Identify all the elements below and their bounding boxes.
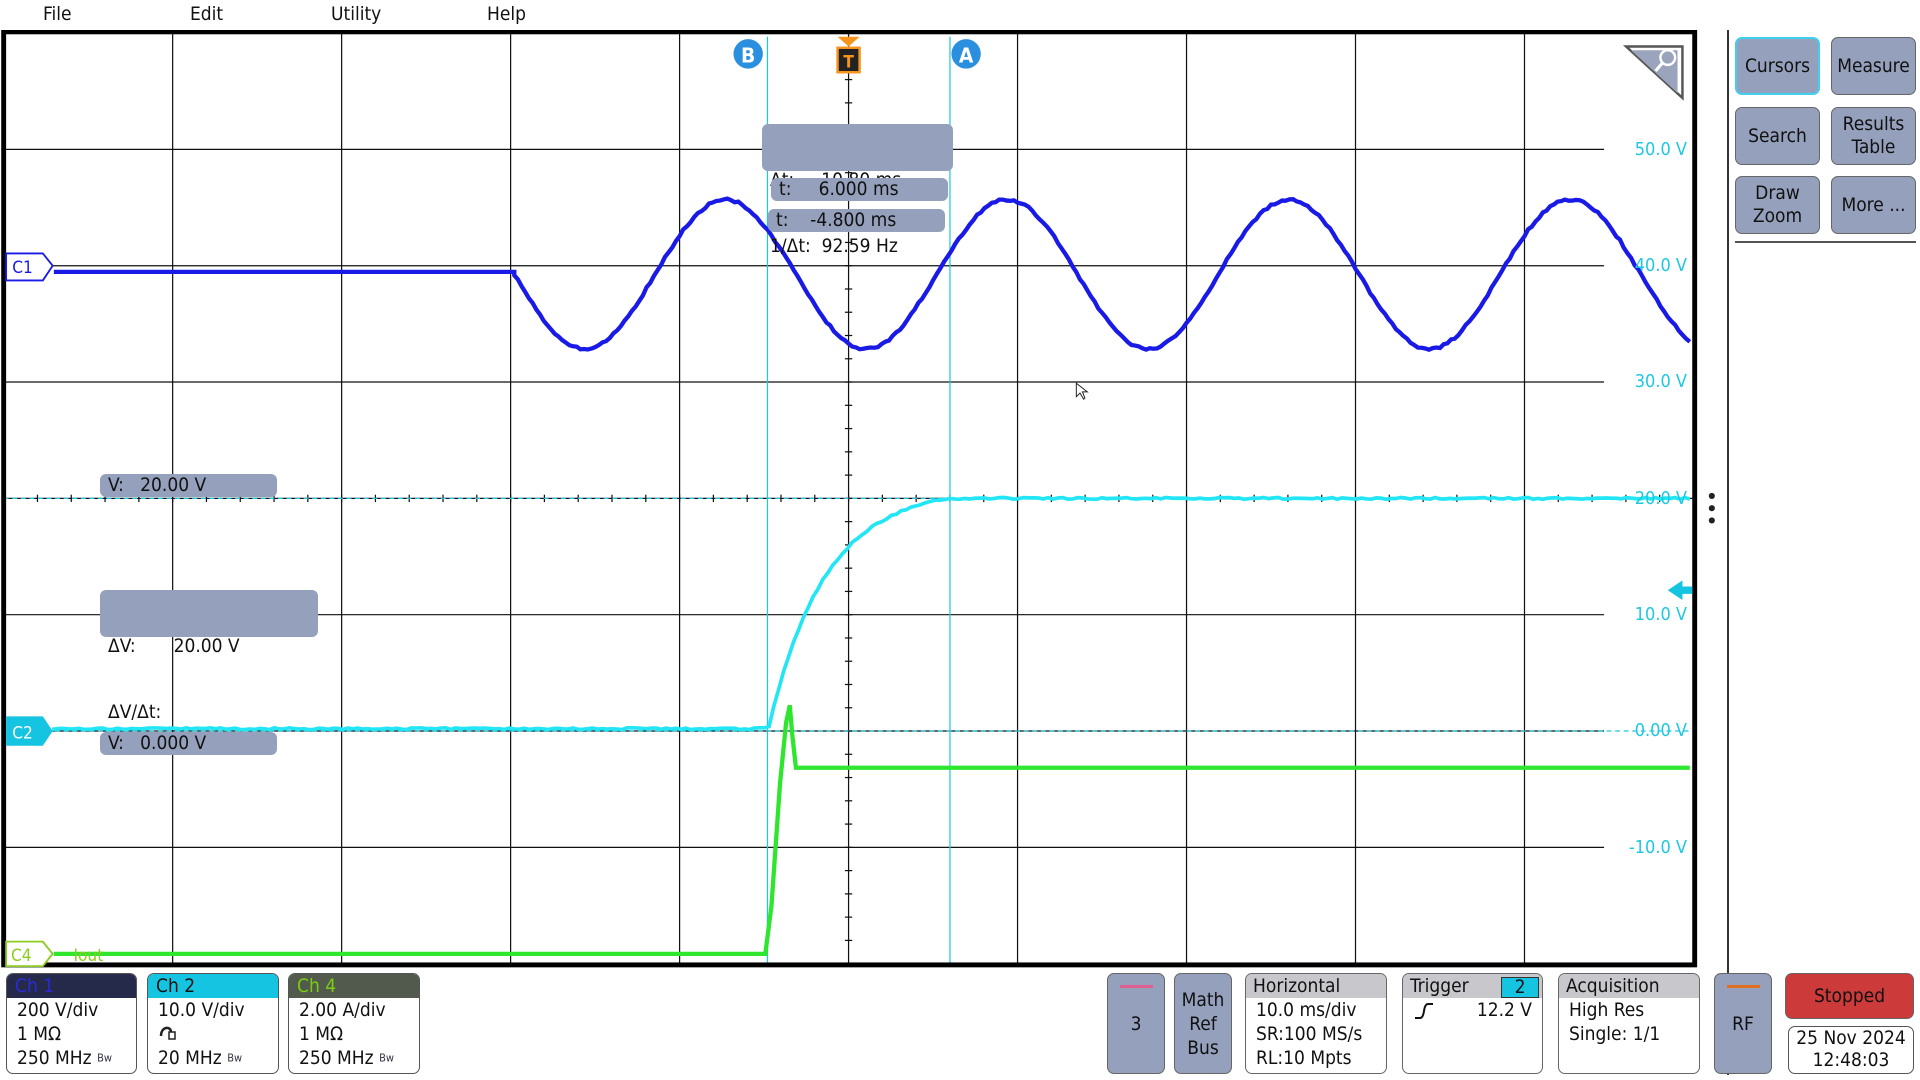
ch4-scale: 2.00 A/div <box>289 998 419 1022</box>
svg-text:B: B <box>741 43 755 67</box>
rf-color-bar <box>1727 985 1760 988</box>
voltage-label: -10.0 V <box>1629 837 1687 858</box>
date: 25 Nov 2024 <box>1789 1027 1913 1049</box>
add-channel-3-label: 3 <box>1131 1012 1142 1036</box>
math-ref-bus-button[interactable]: Math Ref Bus <box>1174 973 1232 1074</box>
results-table-button[interactable]: Results Table <box>1831 107 1916 165</box>
voltage-label: 0.00 V <box>1635 720 1687 741</box>
rising-edge-icon <box>1413 1002 1435 1020</box>
trigger-badge[interactable]: Trigger 2 12.2 V <box>1402 973 1543 1074</box>
more-button[interactable]: More ... <box>1831 176 1916 234</box>
delta-t-readout[interactable]: Δt: 10.80 ms 1/Δt: 92.59 Hz <box>762 124 953 171</box>
search-button[interactable]: Search <box>1735 107 1820 165</box>
svg-text:Iout: Iout <box>73 946 103 966</box>
cursors-button[interactable]: Cursors <box>1735 37 1820 95</box>
bandwidth-limit-icon: Bw <box>227 1052 242 1065</box>
mouse-pointer-icon <box>1076 383 1087 399</box>
run-stop-button[interactable]: Stopped <box>1785 973 1914 1019</box>
ch4-badge-title: Ch 4 <box>289 974 419 998</box>
panel-divider <box>1735 241 1916 243</box>
rf-button[interactable]: RF <box>1714 973 1772 1074</box>
bandwidth-limit-icon: Bw <box>97 1052 112 1065</box>
trigger-title: Trigger <box>1410 975 1469 997</box>
rf-label: RF <box>1732 1012 1754 1036</box>
delta-v-value: ΔV: 20.00 V <box>108 635 310 657</box>
menu-file[interactable]: File <box>43 3 71 25</box>
voltage-label: 50.0 V <box>1635 139 1687 160</box>
cursor-a-time-readout[interactable]: t: 6.000 ms <box>771 178 948 201</box>
delta-v-readout[interactable]: ΔV: 20.00 V ΔV/Δt: <box>100 590 318 637</box>
waveform-display[interactable]: T B A C1 C2 C4 Iout <box>0 0 1920 1080</box>
acquisition-mode: High Res <box>1559 998 1699 1022</box>
results-bar: Cursors Measure Search Results Table Dra… <box>1727 30 1920 1075</box>
menu-bar: File Edit Utility Help <box>0 0 1920 30</box>
trigger-level: 12.2 V <box>1477 998 1532 1022</box>
more-options-icon[interactable] <box>1709 493 1715 524</box>
record-length: RL:10 Mpts <box>1246 1046 1386 1070</box>
trigger-position-marker[interactable]: T <box>838 37 860 73</box>
ch1-offset-marker[interactable]: C1 <box>6 253 53 280</box>
cursor-a-voltage-readout[interactable]: V: 20.00 V <box>100 474 277 497</box>
ch1-bandwidth: 250 MHz <box>17 1047 92 1069</box>
acquisition-badge[interactable]: Acquisition High Res Single: 1/1 <box>1558 973 1700 1074</box>
acquisition-title: Acquisition <box>1559 974 1699 998</box>
time: 12:48:03 <box>1789 1049 1913 1071</box>
trigger-level-arrow[interactable] <box>1668 580 1692 600</box>
menu-utility[interactable]: Utility <box>331 3 381 25</box>
svg-text:T: T <box>843 52 854 72</box>
date-time-display: 25 Nov 2024 12:48:03 <box>1788 1026 1914 1074</box>
bandwidth-limit-icon: Bw <box>379 1052 394 1065</box>
voltage-label: 20.0 V <box>1635 488 1687 509</box>
draw-zoom-button[interactable]: Draw Zoom <box>1735 176 1820 234</box>
current-probe-icon <box>158 1022 178 1042</box>
menu-help[interactable]: Help <box>487 3 526 25</box>
ch1-scale: 200 V/div <box>7 998 136 1022</box>
acquisition-state: Single: 1/1 <box>1559 1022 1699 1046</box>
ch2-bandwidth: 20 MHz <box>158 1047 222 1069</box>
ch4-termination: 1 MΩ <box>289 1022 419 1046</box>
ch2-scale: 10.0 V/div <box>148 998 278 1022</box>
cursor-a-handle[interactable]: A <box>951 39 980 68</box>
inverse-delta-t-value: 1/Δt: 92.59 Hz <box>770 235 945 257</box>
sample-rate: SR:100 MS/s <box>1246 1022 1386 1046</box>
cursor-b-voltage-readout[interactable]: V: 0.000 V <box>100 732 277 755</box>
ch4-bandwidth: 250 MHz <box>299 1047 374 1069</box>
ch1-badge-title: Ch 1 <box>7 974 136 998</box>
voltage-label: 40.0 V <box>1635 255 1687 276</box>
svg-text:A: A <box>959 43 974 67</box>
ch1-termination: 1 MΩ <box>7 1022 136 1046</box>
ch3-color-bar <box>1120 985 1153 988</box>
add-channel-3-button[interactable]: 3 <box>1107 973 1165 1074</box>
horizontal-badge[interactable]: Horizontal 10.0 ms/div SR:100 MS/s RL:10… <box>1245 973 1387 1074</box>
ch1-badge[interactable]: Ch 1 200 V/div 1 MΩ 250 MHz Bw <box>6 973 137 1074</box>
svg-text:C1: C1 <box>12 258 33 278</box>
ch2-offset-marker[interactable]: C2 <box>6 716 53 745</box>
voltage-label: 30.0 V <box>1635 371 1687 392</box>
svg-text:C2: C2 <box>12 723 33 743</box>
trigger-source: 2 <box>1501 977 1539 998</box>
measure-button[interactable]: Measure <box>1831 37 1916 95</box>
horizontal-scale: 10.0 ms/div <box>1246 998 1386 1022</box>
ch4-badge[interactable]: Ch 4 2.00 A/div 1 MΩ 250 MHz Bw <box>288 973 420 1074</box>
delta-v-per-delta-t-value: ΔV/Δt: <box>108 701 310 723</box>
horizontal-title: Horizontal <box>1246 974 1386 998</box>
svg-text:C4: C4 <box>11 946 32 966</box>
voltage-label: 10.0 V <box>1635 604 1687 625</box>
cursor-b-time-readout[interactable]: t: -4.800 ms <box>768 209 945 232</box>
cursor-b-handle[interactable]: B <box>733 39 762 68</box>
zoom-magnifier-icon[interactable] <box>1626 47 1682 98</box>
menu-edit[interactable]: Edit <box>190 3 223 25</box>
ch2-badge-title: Ch 2 <box>148 974 278 998</box>
ch2-badge[interactable]: Ch 2 10.0 V/div 20 MHz Bw <box>147 973 279 1074</box>
